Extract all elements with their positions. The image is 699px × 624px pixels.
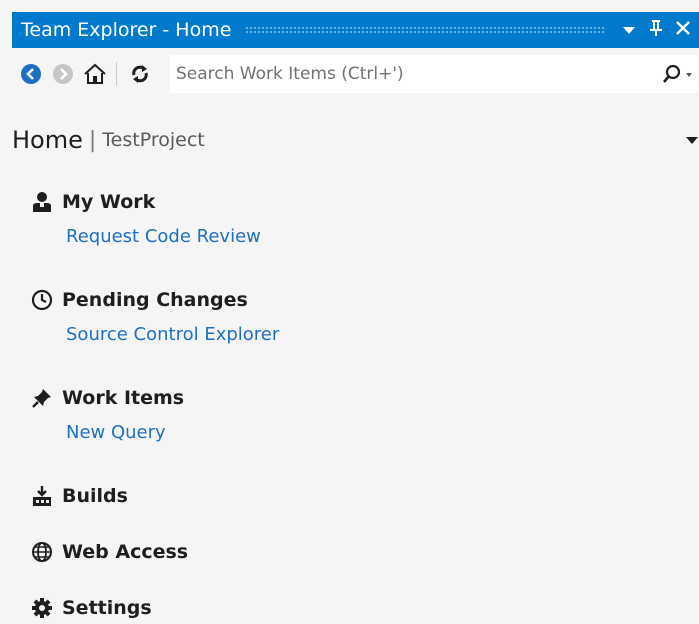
gear-icon <box>30 596 54 620</box>
section-title-work-items[interactable]: Work Items <box>62 387 184 409</box>
section-title-settings[interactable]: Settings <box>62 597 152 619</box>
window-title: Team Explorer - Home <box>21 19 232 41</box>
close-icon[interactable] <box>672 21 694 39</box>
person-icon <box>30 190 54 214</box>
section-title-pending-changes[interactable]: Pending Changes <box>62 289 248 311</box>
link-request-code-review[interactable]: Request Code Review <box>66 226 261 247</box>
section-title-builds[interactable]: Builds <box>62 485 128 507</box>
toolbar <box>12 52 699 96</box>
pushpin-icon <box>30 386 54 410</box>
title-separator: | <box>88 127 97 153</box>
toolbar-separator <box>116 62 117 86</box>
header-dropdown-icon[interactable] <box>685 130 699 149</box>
back-arrow-icon <box>21 64 41 84</box>
dropdown-arrow-icon[interactable] <box>618 21 640 39</box>
title-bar-grip[interactable] <box>245 26 604 34</box>
search-box[interactable] <box>169 54 699 94</box>
section-my-work: My Work Request Code Review <box>30 188 261 247</box>
home-icon <box>84 63 106 84</box>
pin-icon[interactable] <box>645 19 667 41</box>
project-name[interactable]: TestProject <box>102 129 204 151</box>
section-title-my-work[interactable]: My Work <box>62 191 155 213</box>
link-new-query[interactable]: New Query <box>66 422 166 443</box>
back-button[interactable] <box>18 61 44 87</box>
search-button[interactable] <box>656 64 698 84</box>
globe-icon <box>30 540 54 564</box>
forward-button[interactable] <box>50 61 76 87</box>
section-work-items: Work Items New Query <box>30 384 184 443</box>
builds-icon <box>30 484 54 508</box>
page-title: Home <box>12 126 83 154</box>
title-bar: Team Explorer - Home <box>12 12 699 48</box>
forward-arrow-icon <box>53 64 73 84</box>
refresh-icon <box>132 65 148 83</box>
link-source-control-explorer[interactable]: Source Control Explorer <box>66 324 279 345</box>
section-settings: Settings <box>30 594 152 622</box>
section-pending-changes: Pending Changes Source Control Explorer <box>30 286 279 345</box>
refresh-button[interactable] <box>127 61 153 87</box>
page-header: Home | TestProject <box>12 120 699 160</box>
search-input[interactable] <box>170 54 656 94</box>
section-title-web-access[interactable]: Web Access <box>62 541 188 563</box>
clock-icon <box>30 288 54 312</box>
section-web-access: Web Access <box>30 538 188 566</box>
search-icon <box>663 64 692 83</box>
home-button[interactable] <box>82 61 108 87</box>
section-builds: Builds <box>30 482 128 510</box>
